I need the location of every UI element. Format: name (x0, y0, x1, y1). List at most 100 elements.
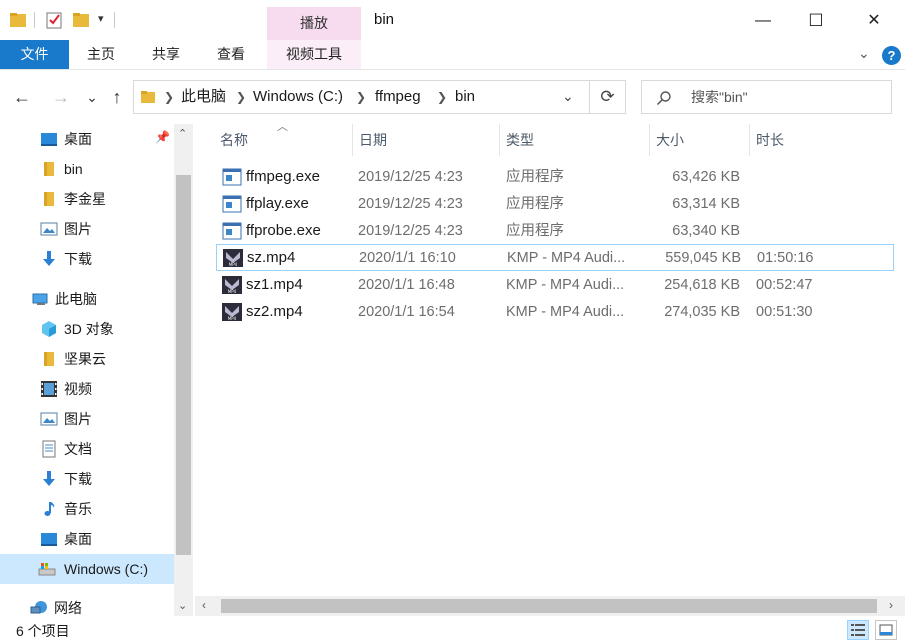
file-row[interactable]: ffplay.exe 2019/12/25 4:23 应用程序 63,314 K… (216, 191, 894, 218)
videos-icon (41, 381, 57, 397)
breadcrumb-this-pc[interactable]: 此电脑 (181, 81, 226, 113)
details-view-icon (851, 624, 865, 636)
file-duration: 00:51:30 (756, 304, 813, 320)
customize-toolbar-icon[interactable]: ▾ (98, 12, 104, 25)
sidebar-item-label: 坚果云 (64, 351, 106, 367)
sidebar-item-documents[interactable]: 文档 (0, 434, 174, 464)
file-row[interactable]: ffmpeg.exe 2019/12/25 4:23 应用程序 63,426 K… (216, 164, 894, 191)
item-count: 6 个项目 (16, 623, 70, 639)
minimize-button[interactable]: — (745, 6, 781, 36)
breadcrumb-chevron-icon[interactable]: ❯ (356, 81, 366, 113)
tab-home[interactable]: 主页 (76, 40, 126, 69)
file-size: 559,045 KB (665, 250, 741, 266)
file-date: 2019/12/25 4:23 (358, 196, 463, 212)
sidebar-item-this-pc[interactable]: 此电脑 (0, 284, 174, 314)
sidebar-item-label: 桌面 (64, 131, 92, 147)
tab-file[interactable]: 文件 (0, 40, 69, 69)
forward-button[interactable]: → (50, 85, 72, 109)
breadcrumb-drive[interactable]: Windows (C:) (253, 81, 343, 113)
sidebar-item-label: 视频 (64, 381, 92, 397)
file-row[interactable]: ffprobe.exe 2019/12/25 4:23 应用程序 63,340 … (216, 218, 894, 245)
column-header-duration[interactable]: 时长 (750, 124, 900, 156)
svg-text:MP4: MP4 (229, 262, 238, 267)
file-type: KMP - MP4 Audi... (507, 250, 626, 266)
refresh-icon: ⟳ (600, 87, 615, 106)
sidebar-item-desktop[interactable]: 桌面 (0, 524, 174, 554)
navigation-bar: ← → ⌄ ↑ ❯ 此电脑 ❯ Windows (C:) ❯ ffmpeg ❯ … (0, 70, 905, 124)
tab-video-tools[interactable]: 视频工具 (267, 40, 361, 69)
scroll-down-icon[interactable]: ⌄ (178, 599, 187, 612)
breadcrumb-chevron-icon[interactable]: ❯ (437, 81, 447, 113)
file-duration: 01:50:16 (757, 250, 814, 266)
sidebar-item-nutstore[interactable]: 坚果云 (0, 344, 174, 374)
breadcrumb-bin[interactable]: bin (455, 81, 475, 113)
sidebar-item-pictures-quick[interactable]: 图片 (0, 214, 174, 244)
file-name: sz1.mp4 (246, 276, 303, 293)
column-header-date[interactable]: 日期 (353, 124, 499, 156)
download-icon (43, 251, 55, 266)
file-size: 63,314 KB (672, 196, 740, 212)
breadcrumb-ffmpeg[interactable]: ffmpeg (375, 81, 421, 113)
exe-icon (222, 222, 242, 240)
mp4-icon: MP4 (222, 303, 242, 321)
help-icon[interactable]: ? (882, 46, 901, 65)
horizontal-scroll-thumb[interactable] (221, 599, 877, 613)
sidebar-item-drive-c[interactable]: Windows (C:) (0, 554, 174, 584)
up-button[interactable]: ↑ (106, 85, 128, 109)
sidebar-item-label: 音乐 (64, 501, 92, 517)
scroll-right-icon[interactable]: › (889, 598, 893, 612)
folder-icon (141, 91, 155, 103)
sidebar-item-music[interactable]: 音乐 (0, 494, 174, 524)
sidebar-item-3d-objects[interactable]: 3D 对象 (0, 314, 174, 344)
file-duration (756, 164, 856, 190)
sidebar-item-downloads-quick[interactable]: 下载 (0, 244, 174, 274)
file-row[interactable]: MP4 sz1.mp4 2020/1/1 16:48 KMP - MP4 Aud… (216, 272, 894, 299)
details-view-button[interactable] (847, 620, 869, 640)
column-header-size[interactable]: 大小 (650, 124, 749, 156)
file-row[interactable]: MP4 sz.mp4 2020/1/1 16:10 KMP - MP4 Audi… (216, 244, 894, 271)
back-button[interactable]: ← (11, 85, 33, 109)
search-placeholder[interactable]: 搜索"bin" (691, 81, 748, 113)
new-folder-icon[interactable] (72, 11, 90, 29)
file-duration: 00:52:47 (756, 277, 813, 293)
tab-share[interactable]: 共享 (141, 40, 191, 69)
sidebar-item-downloads[interactable]: 下载 (0, 464, 174, 494)
maximize-button[interactable]: ☐ (798, 6, 834, 36)
scroll-up-icon[interactable]: ⌃ (178, 127, 187, 140)
pictures-icon (40, 412, 58, 426)
sidebar-item-bin[interactable]: bin (0, 154, 174, 184)
contextual-tab-header[interactable]: 播放 (267, 7, 361, 40)
svg-text:MP4: MP4 (228, 316, 237, 321)
exe-icon (222, 168, 242, 186)
sidebar-item-desktop-quick[interactable]: 桌面 📌 (0, 124, 174, 154)
address-bar[interactable]: ❯ 此电脑 ❯ Windows (C:) ❯ ffmpeg ❯ bin ⌄ (133, 80, 590, 114)
column-header-type[interactable]: 类型 (500, 124, 649, 156)
search-box[interactable]: 搜索"bin" (641, 80, 892, 114)
expand-ribbon-icon[interactable]: ⌄ (858, 45, 870, 62)
file-row[interactable]: MP4 sz2.mp4 2020/1/1 16:54 KMP - MP4 Aud… (216, 299, 894, 326)
refresh-button[interactable]: ⟳ (590, 80, 626, 114)
ribbon-tabs: 文件 主页 共享 查看 视频工具 ⌄ ? (0, 40, 905, 70)
close-button[interactable]: ✕ (856, 6, 892, 36)
file-duration (756, 218, 856, 244)
sidebar-item-videos[interactable]: 视频 (0, 374, 174, 404)
navigation-pane-scroll-thumb[interactable] (176, 175, 191, 555)
file-type: 应用程序 (506, 223, 564, 239)
recent-locations-button[interactable]: ⌄ (84, 85, 100, 109)
breadcrumb-chevron-icon[interactable]: ❯ (236, 81, 246, 113)
sidebar-item-user-folder[interactable]: 李金星 (0, 184, 174, 214)
scroll-left-icon[interactable]: ‹ (202, 598, 206, 612)
column-header-name[interactable]: 名称 (214, 124, 352, 156)
sidebar-item-pictures[interactable]: 图片 (0, 404, 174, 434)
tab-view[interactable]: 查看 (206, 40, 256, 69)
pin-icon[interactable]: 📌 (155, 130, 170, 144)
file-type: 应用程序 (506, 169, 564, 185)
large-icons-view-button[interactable] (875, 620, 897, 640)
sidebar-item-label: 李金星 (64, 191, 106, 207)
properties-icon[interactable] (45, 11, 63, 29)
address-history-dropdown-icon[interactable]: ⌄ (562, 88, 574, 105)
breadcrumb-chevron-icon[interactable]: ❯ (164, 81, 174, 113)
download-icon (43, 471, 55, 486)
sidebar-item-label: Windows (C:) (64, 561, 149, 577)
sidebar-item-label: 此电脑 (55, 291, 97, 307)
